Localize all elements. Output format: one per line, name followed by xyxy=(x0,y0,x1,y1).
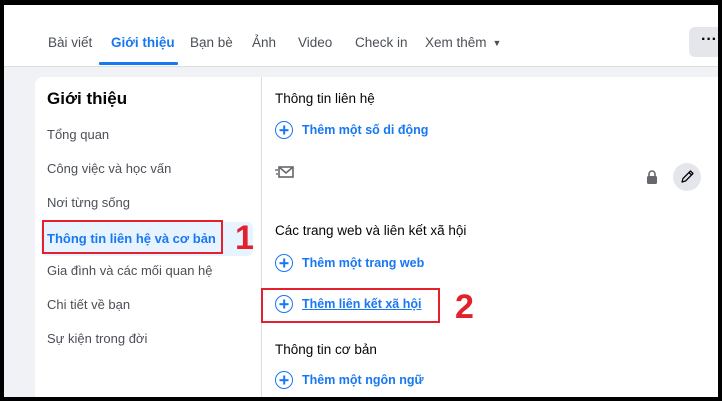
pencil-icon xyxy=(681,170,694,183)
annotation-number-1: 1 xyxy=(235,219,254,257)
plus-circle-icon xyxy=(275,371,293,389)
active-tab-indicator xyxy=(99,62,178,65)
contact-info-heading: Thông tin liên hệ xyxy=(275,91,375,106)
plus-circle-icon xyxy=(275,254,293,272)
about-content: Thông tin liên hệ Thêm một số di động Cá… xyxy=(262,77,718,397)
sidebar-item-work-education[interactable]: Công việc và học vấn xyxy=(47,161,171,176)
sidebar-item-life-events[interactable]: Sự kiện trong đời xyxy=(47,331,147,346)
plus-circle-icon xyxy=(275,121,293,139)
websites-social-heading: Các trang web và liên kết xã hội xyxy=(275,223,467,238)
tab-about[interactable]: Giới thiệu xyxy=(111,5,175,67)
sidebar-item-overview[interactable]: Tổng quan xyxy=(47,127,109,142)
tab-videos[interactable]: Video xyxy=(298,5,332,67)
tab-friends[interactable]: Bạn bè xyxy=(190,5,233,67)
email-icon xyxy=(275,166,294,178)
profile-tab-bar: Bài viết Giới thiệu Bạn bè Ảnh Video Che… xyxy=(4,5,718,67)
edit-email-button[interactable] xyxy=(673,163,701,191)
tab-posts[interactable]: Bài viết xyxy=(48,5,92,67)
add-language-label: Thêm một ngôn ngữ xyxy=(302,373,424,387)
lock-icon xyxy=(647,170,657,184)
add-phone-link[interactable]: Thêm một số di động xyxy=(275,119,428,141)
add-website-link[interactable]: Thêm một trang web xyxy=(275,252,424,274)
sidebar-item-places-lived[interactable]: Nơi từng sống xyxy=(47,195,130,210)
annotation-box-2 xyxy=(261,288,440,323)
caret-down-icon: ▼ xyxy=(492,38,502,48)
tab-photos[interactable]: Ảnh xyxy=(252,5,276,67)
tab-more[interactable]: Xem thêm ▼ xyxy=(425,5,501,67)
add-language-link[interactable]: Thêm một ngôn ngữ xyxy=(275,369,424,391)
more-options-button[interactable]: ··· xyxy=(689,27,718,57)
annotation-number-2: 2 xyxy=(455,288,474,326)
add-phone-label: Thêm một số di động xyxy=(302,123,429,137)
annotation-box-1 xyxy=(42,220,223,254)
sidebar-title: Giới thiệu xyxy=(47,89,128,108)
tab-check-in[interactable]: Check in xyxy=(355,5,408,67)
basic-info-heading: Thông tin cơ bản xyxy=(275,342,377,357)
add-website-label: Thêm một trang web xyxy=(302,256,425,270)
sidebar-item-details-about-you[interactable]: Chi tiết về bạn xyxy=(47,297,130,312)
sidebar-item-family-relationships[interactable]: Gia đình và các mối quan hệ xyxy=(47,263,213,278)
tab-more-label: Xem thêm xyxy=(425,35,487,50)
browser-frame: Bài viết Giới thiệu Bạn bè Ảnh Video Che… xyxy=(4,5,718,397)
